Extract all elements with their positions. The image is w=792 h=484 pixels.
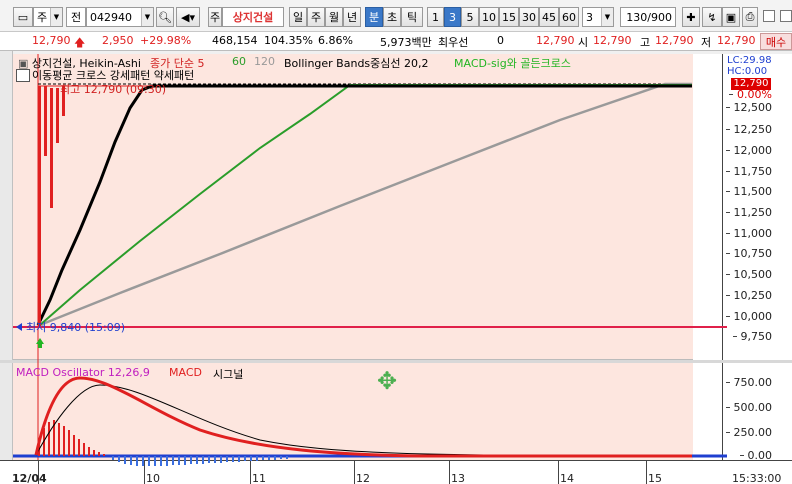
ma5-line bbox=[36, 84, 692, 326]
candle bbox=[56, 88, 59, 143]
low-label: 최저 9,840 (15:09) bbox=[26, 321, 126, 334]
low-marker-icon bbox=[16, 323, 22, 331]
candle bbox=[44, 86, 47, 156]
legend-macd-sig[interactable]: MACD-sig와 골든크로스 bbox=[454, 55, 571, 71]
macd-histogram-positive bbox=[38, 420, 105, 456]
legend-bollinger[interactable]: Bollinger Bands중심선 20,2 bbox=[284, 55, 429, 71]
ma120-line bbox=[39, 82, 692, 327]
legend-ma120[interactable]: 120 bbox=[254, 55, 275, 68]
macd-line bbox=[34, 376, 692, 458]
candle bbox=[50, 88, 53, 208]
legend-signal[interactable]: 시그널 bbox=[213, 366, 243, 382]
high-label: 최고 12,790 (09:30) bbox=[60, 83, 167, 96]
table-icon[interactable] bbox=[16, 69, 30, 82]
legend-oscillator[interactable]: MACD Oscillator 12,26,9 bbox=[16, 366, 150, 379]
legend-ma60[interactable]: 60 bbox=[232, 55, 246, 68]
ma60-line bbox=[39, 84, 692, 326]
move-icon[interactable]: ✥ bbox=[374, 369, 400, 395]
legend-macd[interactable]: MACD bbox=[169, 366, 202, 379]
buy-signal-icon bbox=[36, 338, 44, 344]
signal-line bbox=[35, 384, 693, 457]
